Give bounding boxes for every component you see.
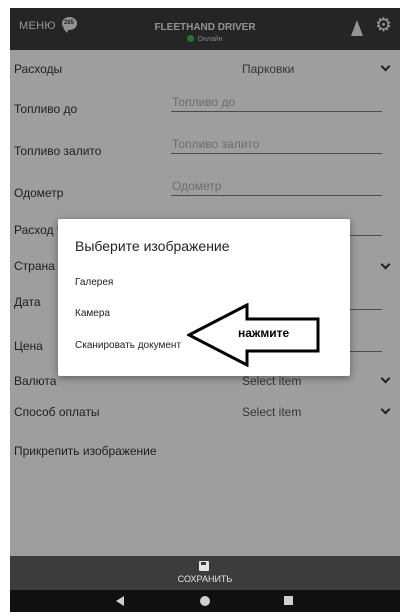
save-icon [199,561,209,571]
back-icon[interactable] [116,596,124,606]
save-button[interactable]: СОХРАНИТЬ [10,556,400,590]
dialog-option-scan-document[interactable]: Сканировать документ [75,340,181,351]
recents-icon[interactable] [284,596,293,605]
dialog-option-gallery[interactable]: Галерея [75,277,113,288]
annotation-text: нажмите [238,326,290,340]
save-label: СОХРАНИТЬ [177,574,233,584]
dialog-option-camera[interactable]: Камера [75,308,110,319]
system-nav-bar [10,590,400,612]
home-icon[interactable] [200,596,210,606]
dialog-title: Выберите изображение [75,238,230,254]
